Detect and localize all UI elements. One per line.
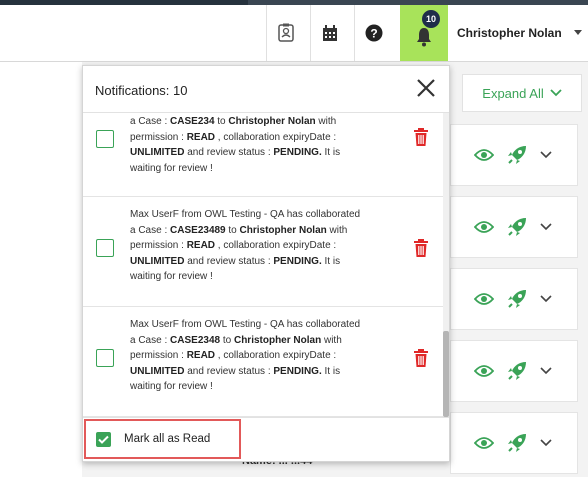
panel-footer: Mark all as Read	[83, 417, 449, 462]
notification-text: Max UserF from OWL Testing - QA has coll…	[130, 319, 361, 392]
notification-badge: 10	[422, 10, 440, 28]
chevron-down-icon[interactable]	[540, 151, 552, 159]
chevron-down-icon[interactable]	[540, 223, 552, 231]
notification-item: Max UserF from OWL Testing - QA has coll…	[83, 306, 443, 417]
left-pane	[0, 62, 82, 477]
rocket-icon[interactable]	[506, 432, 528, 454]
panel-header: Notifications: 10	[83, 66, 449, 113]
card-actions	[474, 288, 552, 310]
notification-item: a Case : CASE234 to Christopher Nolan wi…	[83, 113, 443, 197]
svg-text:?: ?	[370, 27, 377, 41]
user-name[interactable]: Christopher Nolan	[457, 26, 562, 40]
card-actions	[474, 144, 552, 166]
user-menu-caret-icon[interactable]	[574, 30, 582, 35]
chevron-down-icon[interactable]	[540, 295, 552, 303]
notification-checkbox[interactable]	[96, 130, 114, 148]
notification-text: a Case : CASE234 to Christopher Nolan wi…	[130, 116, 341, 174]
eye-icon[interactable]	[474, 148, 494, 162]
card-actions	[474, 216, 552, 238]
eye-icon[interactable]	[474, 364, 494, 378]
contact-card-icon	[278, 23, 294, 42]
contact-card-button[interactable]	[266, 5, 305, 61]
trash-icon[interactable]	[413, 128, 429, 146]
bell-icon	[417, 28, 431, 47]
rocket-icon[interactable]	[506, 144, 528, 166]
rocket-icon[interactable]	[506, 360, 528, 382]
checkmark-icon	[98, 435, 109, 444]
chevron-down-icon	[550, 89, 562, 97]
mark-all-read[interactable]: Mark all as Read	[84, 419, 241, 459]
rocket-icon[interactable]	[506, 288, 528, 310]
expand-all-button[interactable]: Expand All	[462, 74, 582, 112]
panel-title: Notifications: 10	[95, 83, 188, 98]
notifications-panel: Notifications: 10 a Case : CASE234 to Ch…	[82, 65, 450, 462]
notification-list[interactable]: a Case : CASE234 to Christopher Nolan wi…	[83, 113, 449, 417]
trash-icon[interactable]	[413, 349, 429, 367]
notification-text: Max UserF from OWL Testing - QA has coll…	[130, 209, 361, 282]
eye-icon[interactable]	[474, 220, 494, 234]
trash-icon[interactable]	[413, 239, 429, 257]
notification-item: Max UserF from OWL Testing - QA has coll…	[83, 196, 443, 307]
expand-all-label: Expand All	[482, 85, 544, 101]
close-icon[interactable]	[415, 77, 437, 99]
checkbox-icon[interactable]	[96, 431, 111, 447]
eye-icon[interactable]	[474, 292, 494, 306]
mark-all-label: Mark all as Read	[124, 433, 211, 445]
help-button[interactable]: ?	[354, 5, 393, 61]
card-actions	[474, 432, 552, 454]
scrollbar-thumb[interactable]	[443, 331, 449, 417]
chevron-down-icon[interactable]	[540, 439, 552, 447]
notifications-button[interactable]: 10	[400, 5, 448, 61]
card-actions	[474, 360, 552, 382]
notification-checkbox[interactable]	[96, 239, 114, 257]
eye-icon[interactable]	[474, 436, 494, 450]
rocket-icon[interactable]	[506, 216, 528, 238]
calendar-icon	[323, 24, 337, 41]
calendar-button[interactable]	[310, 5, 349, 61]
notification-checkbox[interactable]	[96, 349, 114, 367]
chevron-down-icon[interactable]	[540, 367, 552, 375]
help-icon: ?	[365, 24, 383, 42]
